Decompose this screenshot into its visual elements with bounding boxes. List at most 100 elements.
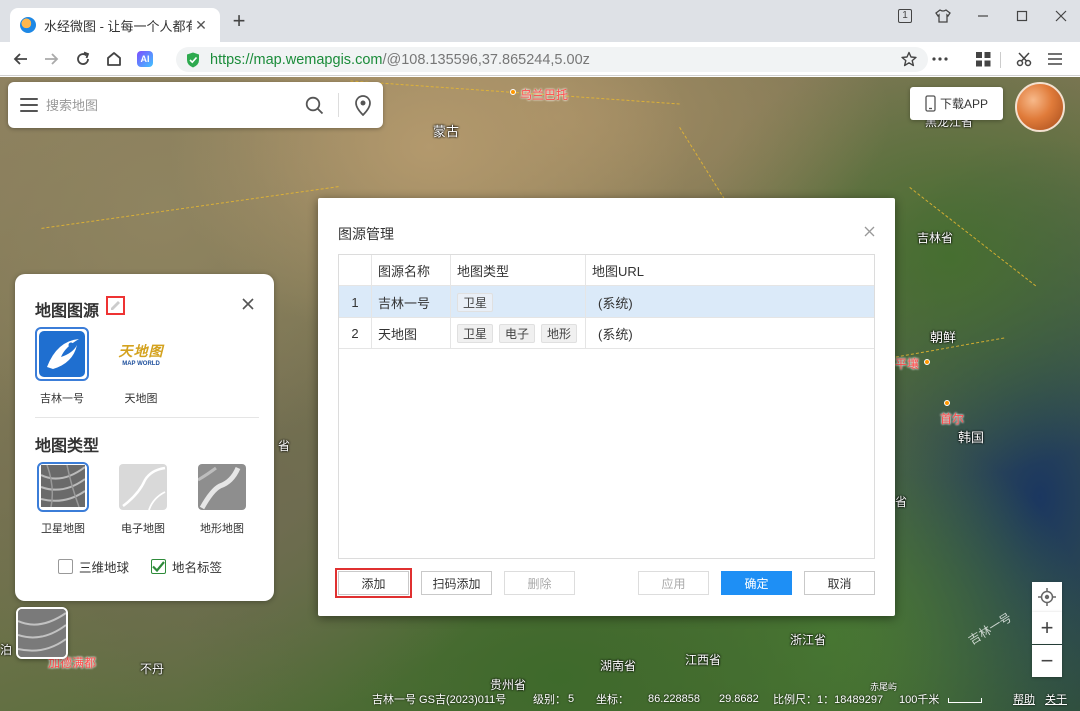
map-label-mongolia[interactable]: 蒙古: [433, 121, 459, 140]
reload-button[interactable]: [70, 46, 96, 72]
map-type-electronic[interactable]: 电子地图: [108, 462, 178, 536]
ok-button[interactable]: 确定: [721, 571, 792, 595]
reload-icon: [77, 51, 90, 65]
cut-button[interactable]: [1012, 48, 1036, 70]
minimize-icon: [978, 15, 988, 17]
forward-button[interactable]: [38, 46, 64, 72]
checkbox-checked: [151, 559, 166, 574]
map-label-north-korea[interactable]: 朝鲜: [930, 327, 956, 346]
map-label-hunan[interactable]: 湖南省: [600, 657, 636, 674]
map-type-title: 地图类型: [35, 438, 100, 455]
help-link[interactable]: 帮助: [1013, 691, 1035, 707]
url-field[interactable]: https://map.wemapgis.com/@108.135596,37.…: [176, 47, 928, 72]
browser-tab[interactable]: 水经微图 - 让每一个人都有自 ✕: [10, 8, 220, 42]
place-label-checkbox[interactable]: 地名标签: [151, 557, 222, 576]
table-row[interactable]: 2 天地图 卫星 电子 地形 (系统): [339, 318, 874, 349]
source-table: 图源名称 地图类型 地图URL 1 吉林一号 卫星 (系统) 2 天地图 卫星 …: [338, 254, 875, 559]
map-label-seoul[interactable]: 首尔: [940, 410, 964, 427]
zoom-in-button[interactable]: +: [1032, 612, 1062, 644]
header-cell: 图源名称: [372, 255, 451, 286]
city-dot: [510, 89, 516, 95]
latitude-value: 29.8682: [719, 693, 759, 705]
scale-ratio: 比例尺：1：18489297: [773, 694, 884, 706]
map-label-province[interactable]: 省: [895, 493, 907, 510]
close-icon: [242, 298, 254, 310]
map-label-ulaanbaatar[interactable]: 乌兰巴托: [520, 86, 568, 103]
menu-icon: [1048, 53, 1062, 65]
shield-icon: [187, 52, 199, 67]
close-icon: [864, 226, 874, 236]
minimize-button[interactable]: [964, 0, 1002, 32]
new-tab-button[interactable]: +: [228, 10, 250, 33]
map-type-satellite[interactable]: 卫星地图: [28, 462, 98, 536]
download-app-button[interactable]: 下载APP: [910, 87, 1003, 120]
search-box: [8, 82, 383, 128]
check-icon: [152, 561, 165, 572]
search-button[interactable]: [294, 90, 334, 120]
ai-icon[interactable]: AI: [137, 51, 153, 67]
map-label-pyongyang[interactable]: 平壤: [895, 355, 919, 372]
source-label: 吉林一号: [40, 393, 84, 405]
browser-tab-bar: 水经微图 - 让每一个人都有自 ✕ + 1: [0, 0, 1080, 42]
layer-switch-thumbnail[interactable]: [16, 607, 68, 659]
add-button[interactable]: 添加: [335, 568, 412, 598]
map-type-tag: 地形: [541, 324, 578, 343]
menu-icon[interactable]: [20, 98, 38, 112]
tianditu-logo-text: 天地图: [118, 344, 164, 360]
edit-source-button[interactable]: [106, 296, 125, 315]
cancel-button[interactable]: 取消: [804, 571, 875, 595]
back-button[interactable]: [8, 46, 34, 72]
shirt-icon: [935, 9, 951, 23]
map-label-south-korea[interactable]: 韩国: [958, 427, 984, 446]
close-panel-button[interactable]: [238, 294, 258, 314]
apps-button[interactable]: [971, 48, 995, 70]
locate-place-button[interactable]: [343, 90, 383, 120]
avatar[interactable]: [1015, 82, 1065, 132]
scan-add-button[interactable]: 扫码添加: [421, 571, 492, 595]
tab-title: 水经微图 - 让每一个人都有自: [44, 18, 192, 34]
table-header: 图源名称 地图类型 地图URL: [339, 255, 874, 286]
zoom-out-button[interactable]: −: [1032, 645, 1062, 677]
dialog-title: 图源管理: [338, 226, 394, 242]
row-types: 卫星: [451, 286, 586, 318]
3d-globe-checkbox[interactable]: 三维地球: [58, 557, 129, 576]
map-label-jilin[interactable]: 吉林省: [917, 229, 953, 246]
locate-me-button[interactable]: [1032, 582, 1062, 612]
source-tianditu[interactable]: 天地图 MAP WORLD 天地图: [107, 327, 175, 406]
row-index: 1: [339, 286, 372, 318]
close-window-button[interactable]: [1042, 0, 1080, 32]
tab-close-button[interactable]: ✕: [192, 17, 210, 34]
browser-menu-button[interactable]: [1043, 48, 1067, 70]
row-types: 卫星 电子 地形: [451, 318, 586, 349]
row-name: 吉林一号: [372, 286, 451, 318]
dialog-close-button[interactable]: [860, 222, 878, 240]
maximize-button[interactable]: [1003, 0, 1041, 32]
map-label-bhutan[interactable]: 不丹: [140, 660, 164, 677]
jilin1-logo: [35, 327, 89, 381]
tianditu-logo: 天地图 MAP WORLD: [114, 327, 168, 381]
map-label-zhejiang[interactable]: 浙江省: [790, 631, 826, 648]
scale-text: 100千米: [899, 694, 940, 706]
delete-button[interactable]: 删除: [504, 571, 575, 595]
search-input[interactable]: [46, 90, 294, 120]
map-type-terrain[interactable]: 地形地图: [187, 462, 257, 536]
star-icon: [901, 51, 917, 67]
apply-button[interactable]: 应用: [638, 571, 709, 595]
source-jilin1[interactable]: 吉林一号: [28, 327, 96, 406]
more-button[interactable]: [928, 48, 952, 70]
home-button[interactable]: [101, 46, 127, 72]
map-label-jiangxi[interactable]: 江西省: [685, 651, 721, 668]
skin-button[interactable]: [924, 0, 962, 32]
table-row[interactable]: 1 吉林一号 卫星 (系统): [339, 286, 874, 318]
about-link[interactable]: 关于: [1045, 691, 1067, 707]
tab-count-button[interactable]: 1: [886, 0, 924, 32]
city-dot: [944, 400, 950, 406]
jilin1-logo-icon: [39, 331, 85, 377]
bookmark-button[interactable]: [897, 48, 921, 70]
search-divider: [338, 93, 339, 117]
row-name: 天地图: [372, 318, 451, 349]
coordinate-label: 坐标：: [596, 694, 629, 706]
map-label-province[interactable]: 省: [278, 437, 290, 454]
row-url: (系统): [598, 295, 633, 311]
map-label-bo[interactable]: 泊: [0, 641, 12, 658]
